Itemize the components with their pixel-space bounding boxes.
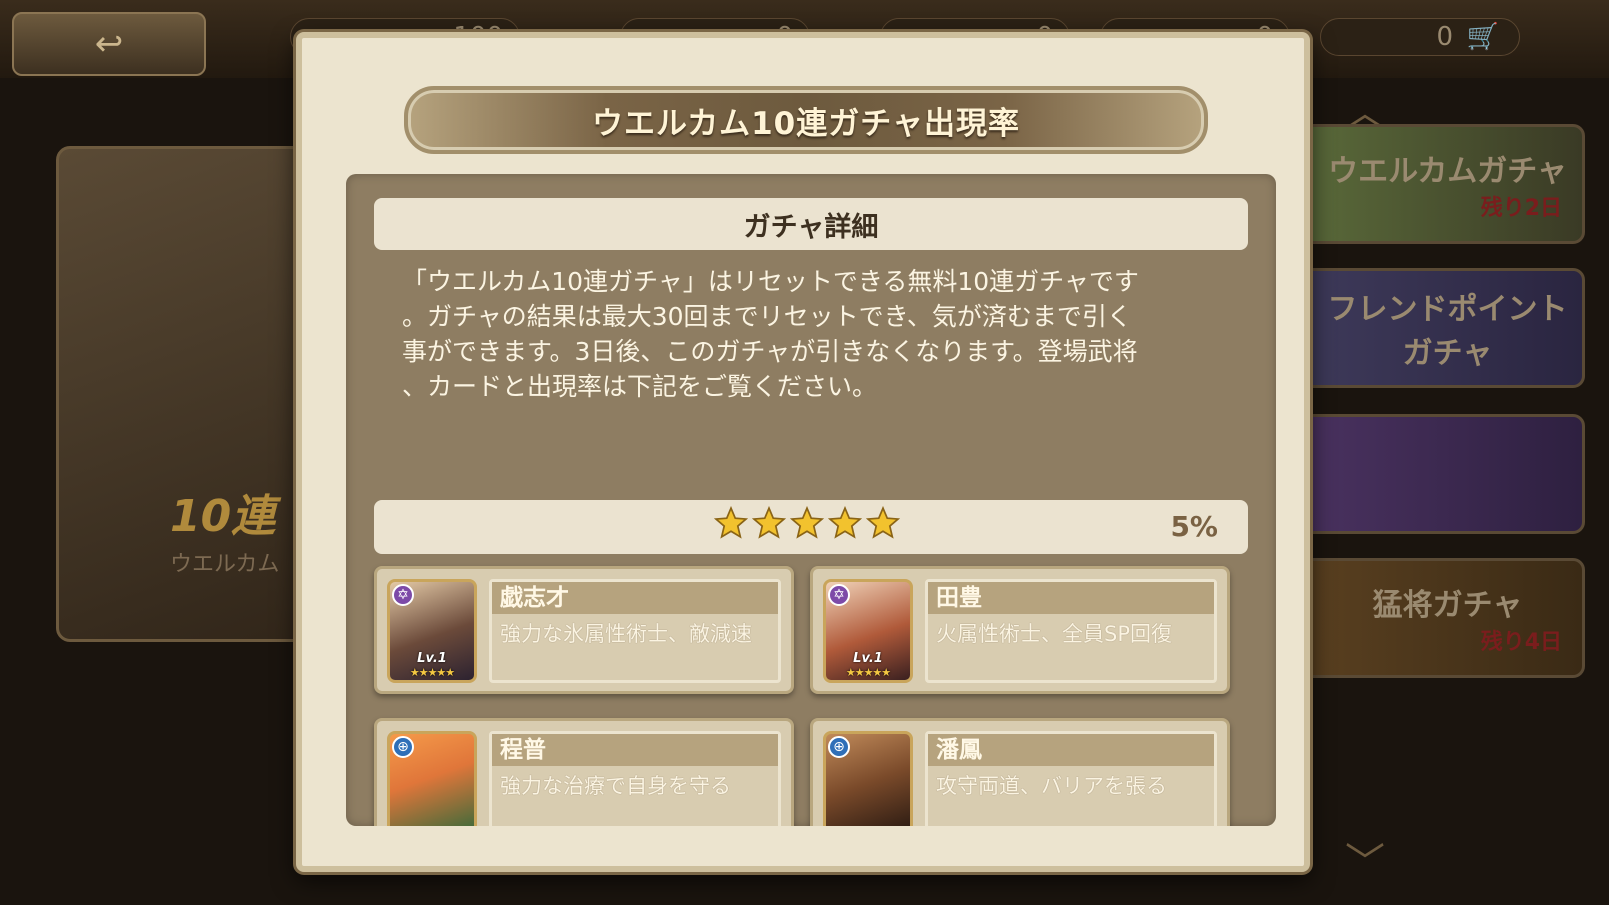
shop-counter[interactable]: 0 🛒 bbox=[1320, 18, 1520, 56]
level-label: Lv.1 bbox=[417, 651, 447, 666]
gacha-description: 「ウエルカム10連ガチャ」はリセットできる無料10連ガチャです 。ガチャの結果は… bbox=[402, 267, 1139, 401]
character-card[interactable]: ⊕ 程普 強力な治療で自身を守る bbox=[374, 718, 794, 826]
character-info: 戯志才 強力な氷属性術士、敵減速 bbox=[489, 579, 781, 683]
rarity-stars bbox=[714, 506, 900, 548]
rarity-header: 5% bbox=[374, 500, 1248, 554]
gacha-tab-label: ウエルカムガチャ bbox=[1328, 154, 1567, 189]
attribute-icon: ✡ bbox=[392, 584, 414, 606]
star-icon bbox=[828, 506, 862, 539]
character-info: 潘鳳 攻守両道、バリアを張る bbox=[925, 731, 1217, 826]
level-label: Lv.1 bbox=[853, 651, 883, 666]
character-portrait: ⊕ bbox=[823, 731, 913, 826]
character-portrait: ⊕ bbox=[387, 731, 477, 826]
cart-icon: 🛒 bbox=[1466, 22, 1499, 52]
gacha-tab-welcome[interactable]: ウエルカムガチャ 残り2日 bbox=[1300, 124, 1585, 244]
gacha-tab-warrior[interactable]: 猛将ガチャ 残り4日 bbox=[1300, 558, 1585, 678]
character-description: 火属性術士、全員SP回復 bbox=[936, 622, 1172, 646]
attribute-icon: ✡ bbox=[828, 584, 850, 606]
gacha-rate-dialog: ウエルカム10連ガチャ出現率 ガチャ詳細 「ウエルカム10連ガチャ」はリセットで… bbox=[296, 32, 1310, 872]
attribute-icon: ⊕ bbox=[392, 736, 414, 758]
character-description: 強力な氷属性術士、敵減速 bbox=[500, 622, 752, 646]
character-portrait: ✡ Lv.1 ★★★★★ bbox=[387, 579, 477, 683]
character-card[interactable]: ⊕ 潘鳳 攻守両道、バリアを張る bbox=[810, 718, 1230, 826]
banner-title: 10連 bbox=[170, 491, 276, 542]
remaining-days: 残り2日 bbox=[1480, 196, 1562, 221]
character-card[interactable]: ✡ Lv.1 ★★★★★ 田豊 火属性術士、全員SP回復 bbox=[810, 566, 1230, 694]
character-card[interactable]: ✡ Lv.1 ★★★★★ 戯志才 強力な氷属性術士、敵減速 bbox=[374, 566, 794, 694]
scroll-down-icon[interactable]: ﹀ bbox=[1345, 830, 1385, 888]
star-icon bbox=[714, 506, 748, 539]
dialog-title: ウエルカム10連ガチャ出現率 bbox=[404, 86, 1208, 154]
character-description: 攻守両道、バリアを張る bbox=[936, 774, 1167, 798]
character-name: 田豊 bbox=[928, 582, 1214, 614]
gacha-tab-label: 猛将ガチャ bbox=[1372, 588, 1523, 623]
banner-subtitle: ウエルカム bbox=[170, 552, 280, 577]
character-info: 田豊 火属性術士、全員SP回復 bbox=[925, 579, 1217, 683]
character-name: 戯志才 bbox=[492, 582, 778, 614]
attribute-icon: ⊕ bbox=[828, 736, 850, 758]
remaining-days: 残り4日 bbox=[1480, 630, 1562, 655]
star-icon bbox=[790, 506, 824, 539]
rarity-mini-stars: ★★★★★ bbox=[409, 666, 455, 679]
character-info: 程普 強力な治療で自身を守る bbox=[489, 731, 781, 826]
gacha-tab-friend[interactable]: フレンドポイント ガチャ bbox=[1300, 268, 1585, 388]
back-button[interactable]: ↩ bbox=[12, 12, 206, 76]
star-icon bbox=[752, 506, 786, 539]
gacha-tab-select[interactable] bbox=[1300, 414, 1585, 534]
character-name: 程普 bbox=[492, 734, 778, 766]
character-name: 潘鳳 bbox=[928, 734, 1214, 766]
gacha-tab-label: フレンドポイント ガチャ bbox=[1327, 292, 1568, 371]
rarity-rate: 5% bbox=[1170, 510, 1218, 543]
undo-arrow-icon: ↩ bbox=[94, 24, 124, 64]
character-portrait: ✡ Lv.1 ★★★★★ bbox=[823, 579, 913, 683]
star-icon bbox=[866, 506, 900, 539]
resource-value: 0 bbox=[1436, 22, 1453, 52]
section-title: ガチャ詳細 bbox=[374, 198, 1248, 250]
dialog-content: ガチャ詳細 「ウエルカム10連ガチャ」はリセットできる無料10連ガチャです 。ガ… bbox=[346, 174, 1276, 826]
rarity-mini-stars: ★★★★★ bbox=[845, 666, 891, 679]
character-description: 強力な治療で自身を守る bbox=[500, 774, 731, 798]
